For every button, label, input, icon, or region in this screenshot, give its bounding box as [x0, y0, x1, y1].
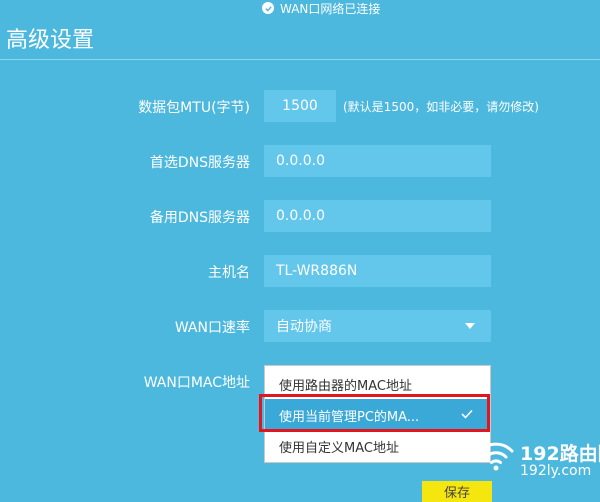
dns-primary-input[interactable]: 0.0.0.0	[264, 145, 491, 177]
wan-speed-select[interactable]: 自动协商	[264, 310, 491, 342]
watermark-brand: 192路由网	[520, 443, 600, 465]
watermark: 192路由网 192ly.com	[476, 433, 600, 485]
wan-speed-value: 自动协商	[276, 319, 332, 335]
wan-status: WAN口网络已连接	[262, 0, 380, 16]
dns-secondary-label: 备用DNS服务器	[149, 210, 250, 226]
mtu-label: 数据包MTU(字节)	[138, 100, 250, 116]
hostname-input[interactable]: TL-WR886N	[264, 255, 491, 287]
watermark-site: 192ly.com	[520, 463, 592, 479]
check-circle-icon	[262, 2, 274, 14]
mtu-hint: (默认是1500，如非必要，请勿修改)	[343, 100, 539, 114]
mac-option-router-label: 使用路由器的MAC地址	[279, 378, 412, 394]
page-title: 高级设置	[6, 28, 95, 53]
dns-secondary-input[interactable]: 0.0.0.0	[264, 200, 491, 232]
caret-down-icon	[465, 323, 475, 329]
hostname-label: 主机名	[208, 265, 250, 281]
highlight-box	[259, 394, 490, 432]
dns-primary-label: 首选DNS服务器	[149, 155, 250, 171]
wan-status-text: WAN口网络已连接	[280, 1, 381, 16]
mac-option-custom-label: 使用自定义MAC地址	[279, 440, 399, 456]
wan-mac-label: WAN口MAC地址	[143, 375, 250, 391]
mtu-input[interactable]: 1500	[264, 90, 336, 122]
wifi-icon	[478, 442, 514, 471]
wan-speed-label: WAN口速率	[174, 320, 250, 336]
mac-option-custom[interactable]: 使用自定义MAC地址	[265, 430, 490, 462]
title-divider	[0, 59, 600, 60]
